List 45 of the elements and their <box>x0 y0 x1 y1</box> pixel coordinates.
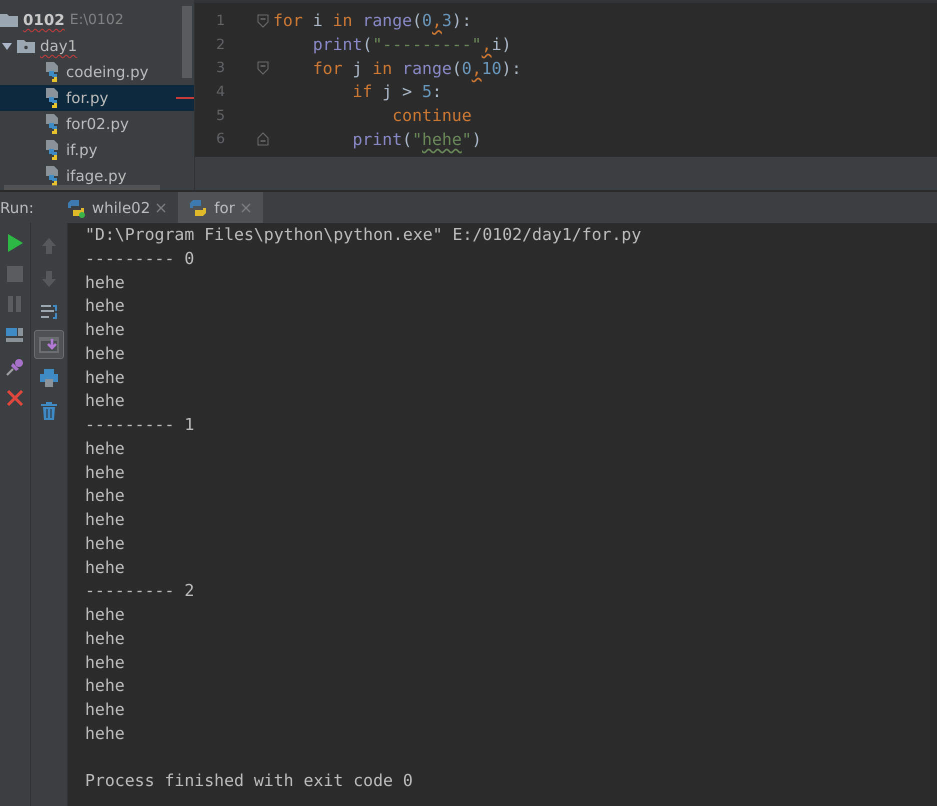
code-line: for i in range(0,3): <box>272 11 472 30</box>
line-number: 2 <box>215 36 226 53</box>
console-line: --------- 1 <box>85 414 196 436</box>
console-line: --------- 2 <box>85 580 196 602</box>
console-line: hehe <box>85 675 126 698</box>
line-number: 4 <box>215 84 226 100</box>
console-line: hehe <box>85 295 126 318</box>
console-line: hehe <box>85 272 126 294</box>
file-item[interactable]: ifage.py <box>0 163 194 189</box>
run-label: Run: <box>0 198 35 216</box>
console-line: hehe <box>85 699 126 721</box>
console-line: hehe <box>85 652 126 674</box>
project-path: E:\0102 <box>70 12 124 28</box>
code-line: print("hehe") <box>351 130 482 149</box>
console-line: --------- 0 <box>85 248 196 270</box>
code-line: for j in range(0,10): <box>312 58 522 78</box>
code-line: if j > 5: <box>351 82 442 102</box>
console-line: hehe <box>85 366 126 388</box>
console-line: hehe <box>85 722 126 745</box>
file-item[interactable]: codeing.py <box>0 59 194 85</box>
folder-name[interactable]: day1 <box>40 37 78 55</box>
file-item[interactable]: for.py <box>0 85 194 111</box>
console-line: hehe <box>85 342 126 365</box>
line-number: 6 <box>215 131 226 148</box>
console-line: hehe <box>85 485 126 508</box>
file-item[interactable]: for02.py <box>0 111 194 137</box>
code-line: print("---------",i) <box>312 35 512 54</box>
console-line: hehe <box>85 556 126 578</box>
line-number: 3 <box>215 60 226 76</box>
console-line: hehe <box>85 438 126 460</box>
console-line: hehe <box>85 532 126 555</box>
console-line: "D:\Program Files\python\python.exe" E:/0102/day1/for.py <box>85 224 642 246</box>
console-line: Process finished with exit code 0 <box>85 770 414 792</box>
file-item[interactable]: if.py <box>0 137 194 163</box>
console-line: hehe <box>85 628 126 650</box>
console-line: hehe <box>85 319 126 341</box>
line-number: 1 <box>215 12 226 29</box>
code-line: continue <box>391 106 472 126</box>
run-tab[interactable]: for <box>178 192 263 223</box>
console-line: hehe <box>85 604 126 626</box>
console-line: hehe <box>85 390 126 412</box>
console-line: hehe <box>85 462 126 484</box>
console-line: hehe <box>85 509 126 531</box>
project-name[interactable]: 0102 <box>23 11 65 29</box>
line-number: 5 <box>215 108 226 124</box>
